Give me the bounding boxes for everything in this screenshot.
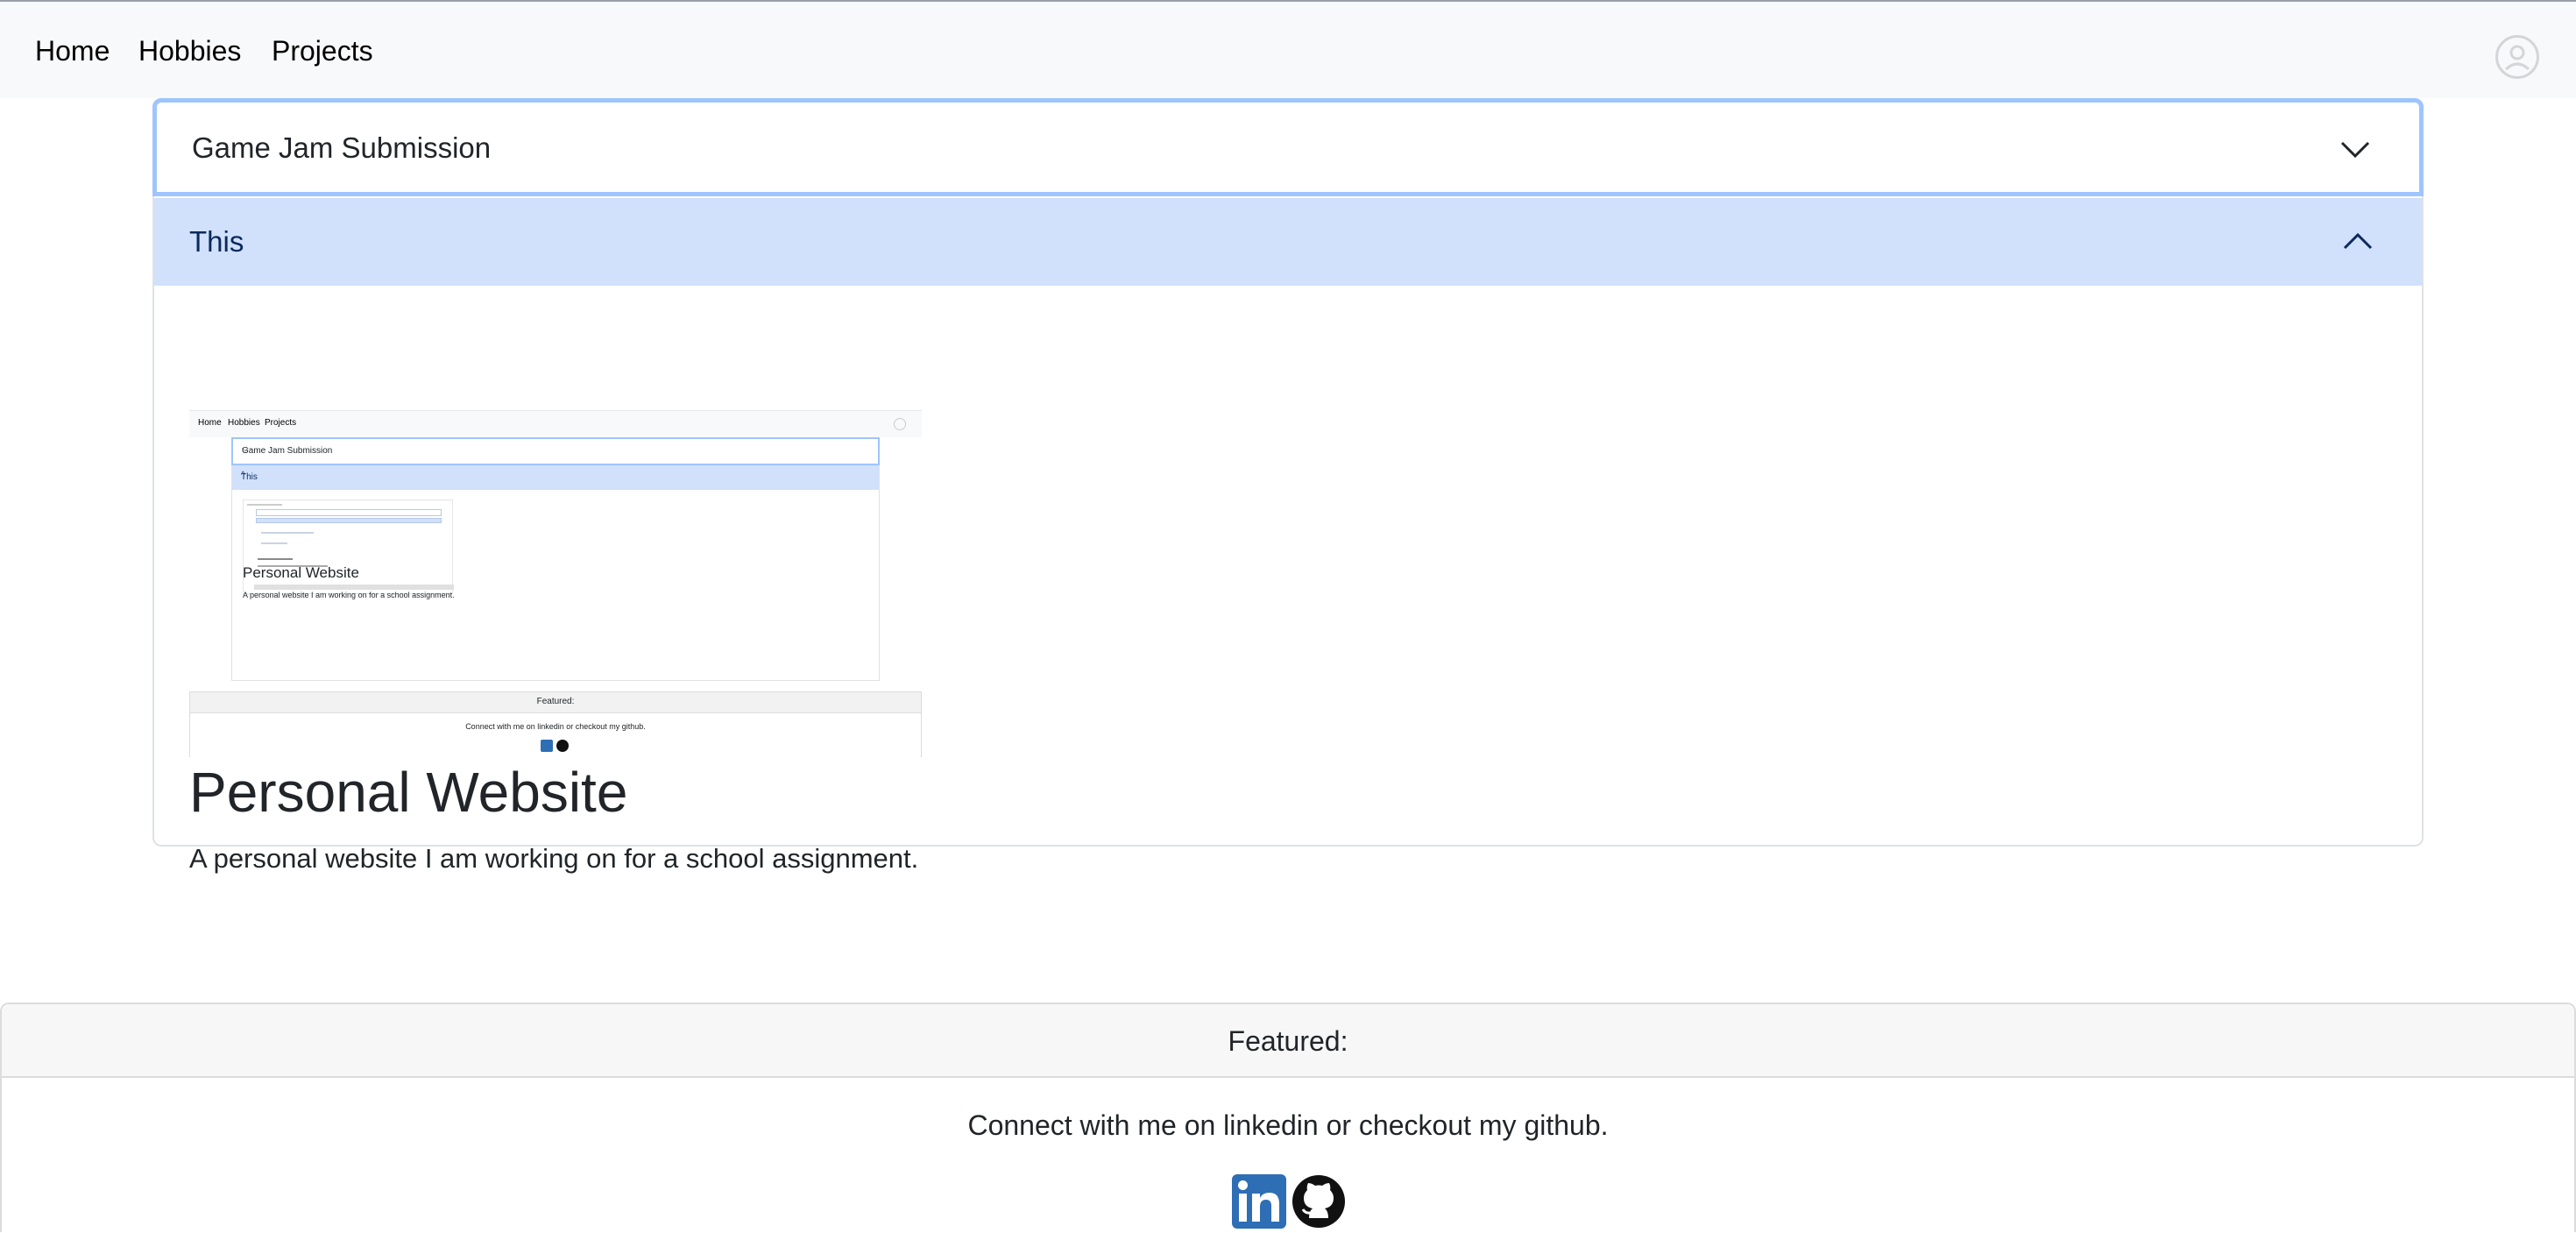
footer-text: Connect with me on linkedin or checkout … xyxy=(967,1109,1609,1141)
accordion-item-title: This xyxy=(189,225,244,258)
thumb-footer-header: Featured: xyxy=(190,692,921,713)
thumb-chevron-down-icon: ⌵ xyxy=(242,444,249,454)
thumb-nav-projects: Projects xyxy=(265,418,297,428)
accordion-item-game-jam[interactable]: Game Jam Submission xyxy=(152,98,2424,196)
navbar: Home Hobbies Projects xyxy=(0,0,2576,98)
thumb-chevron-up-icon: ^ xyxy=(241,471,245,480)
nav-home-link[interactable]: Home xyxy=(35,32,110,70)
project-title: Personal Website xyxy=(189,761,628,824)
accordion-item-title: Game Jam Submission xyxy=(192,131,492,164)
chevron-up-icon xyxy=(2343,232,2373,250)
thumb-nav-hobbies: Hobbies xyxy=(228,418,260,428)
footer: Featured: Connect with me on linkedin or… xyxy=(0,1003,2576,1232)
accordion-item-this[interactable]: This xyxy=(154,198,2422,286)
thumb-accordion-item-2: This ^ xyxy=(232,465,879,490)
thumb-footer-heading: Featured: xyxy=(536,697,575,706)
thumb-project-desc: A personal website I am working on for a… xyxy=(243,591,455,599)
thumb-navbar: Home Hobbies Projects xyxy=(189,411,922,437)
project-screenshot: Home Hobbies Projects Game Jam Submissio… xyxy=(189,410,922,757)
thumb-github-icon xyxy=(556,740,569,752)
thumb-linkedin-icon xyxy=(541,740,553,752)
thumb-profile-icon xyxy=(894,418,906,430)
thumb-nav-home: Home xyxy=(198,418,222,428)
projects-accordion: Game Jam Submission This Home Hobbies Pr… xyxy=(152,98,2424,874)
accordion-body: Home Hobbies Projects Game Jam Submissio… xyxy=(154,286,2422,874)
thumb-footer: Featured: Connect with me on linkedin or… xyxy=(189,691,922,757)
footer-heading: Featured: xyxy=(1228,1025,1348,1057)
footer-header: Featured: xyxy=(2,1004,2574,1078)
thumb-accordion-item-1: Game Jam Submission ⌵ xyxy=(231,437,880,465)
thumb-accordion: Game Jam Submission ⌵ This ^ Personal We… xyxy=(231,437,880,681)
linkedin-icon[interactable] xyxy=(1232,1174,1286,1229)
thumb-project-title: Personal Website xyxy=(243,564,359,581)
profile-icon[interactable] xyxy=(2495,35,2539,79)
thumb-footer-text: Connect with me on linkedin or checkout … xyxy=(465,722,646,731)
nav-projects-link[interactable]: Projects xyxy=(272,32,373,70)
github-icon[interactable] xyxy=(1292,1174,1346,1229)
project-description: A personal website I am working on for a… xyxy=(189,843,919,874)
chevron-down-icon xyxy=(2340,141,2370,159)
nav-hobbies-link[interactable]: Hobbies xyxy=(138,32,241,70)
